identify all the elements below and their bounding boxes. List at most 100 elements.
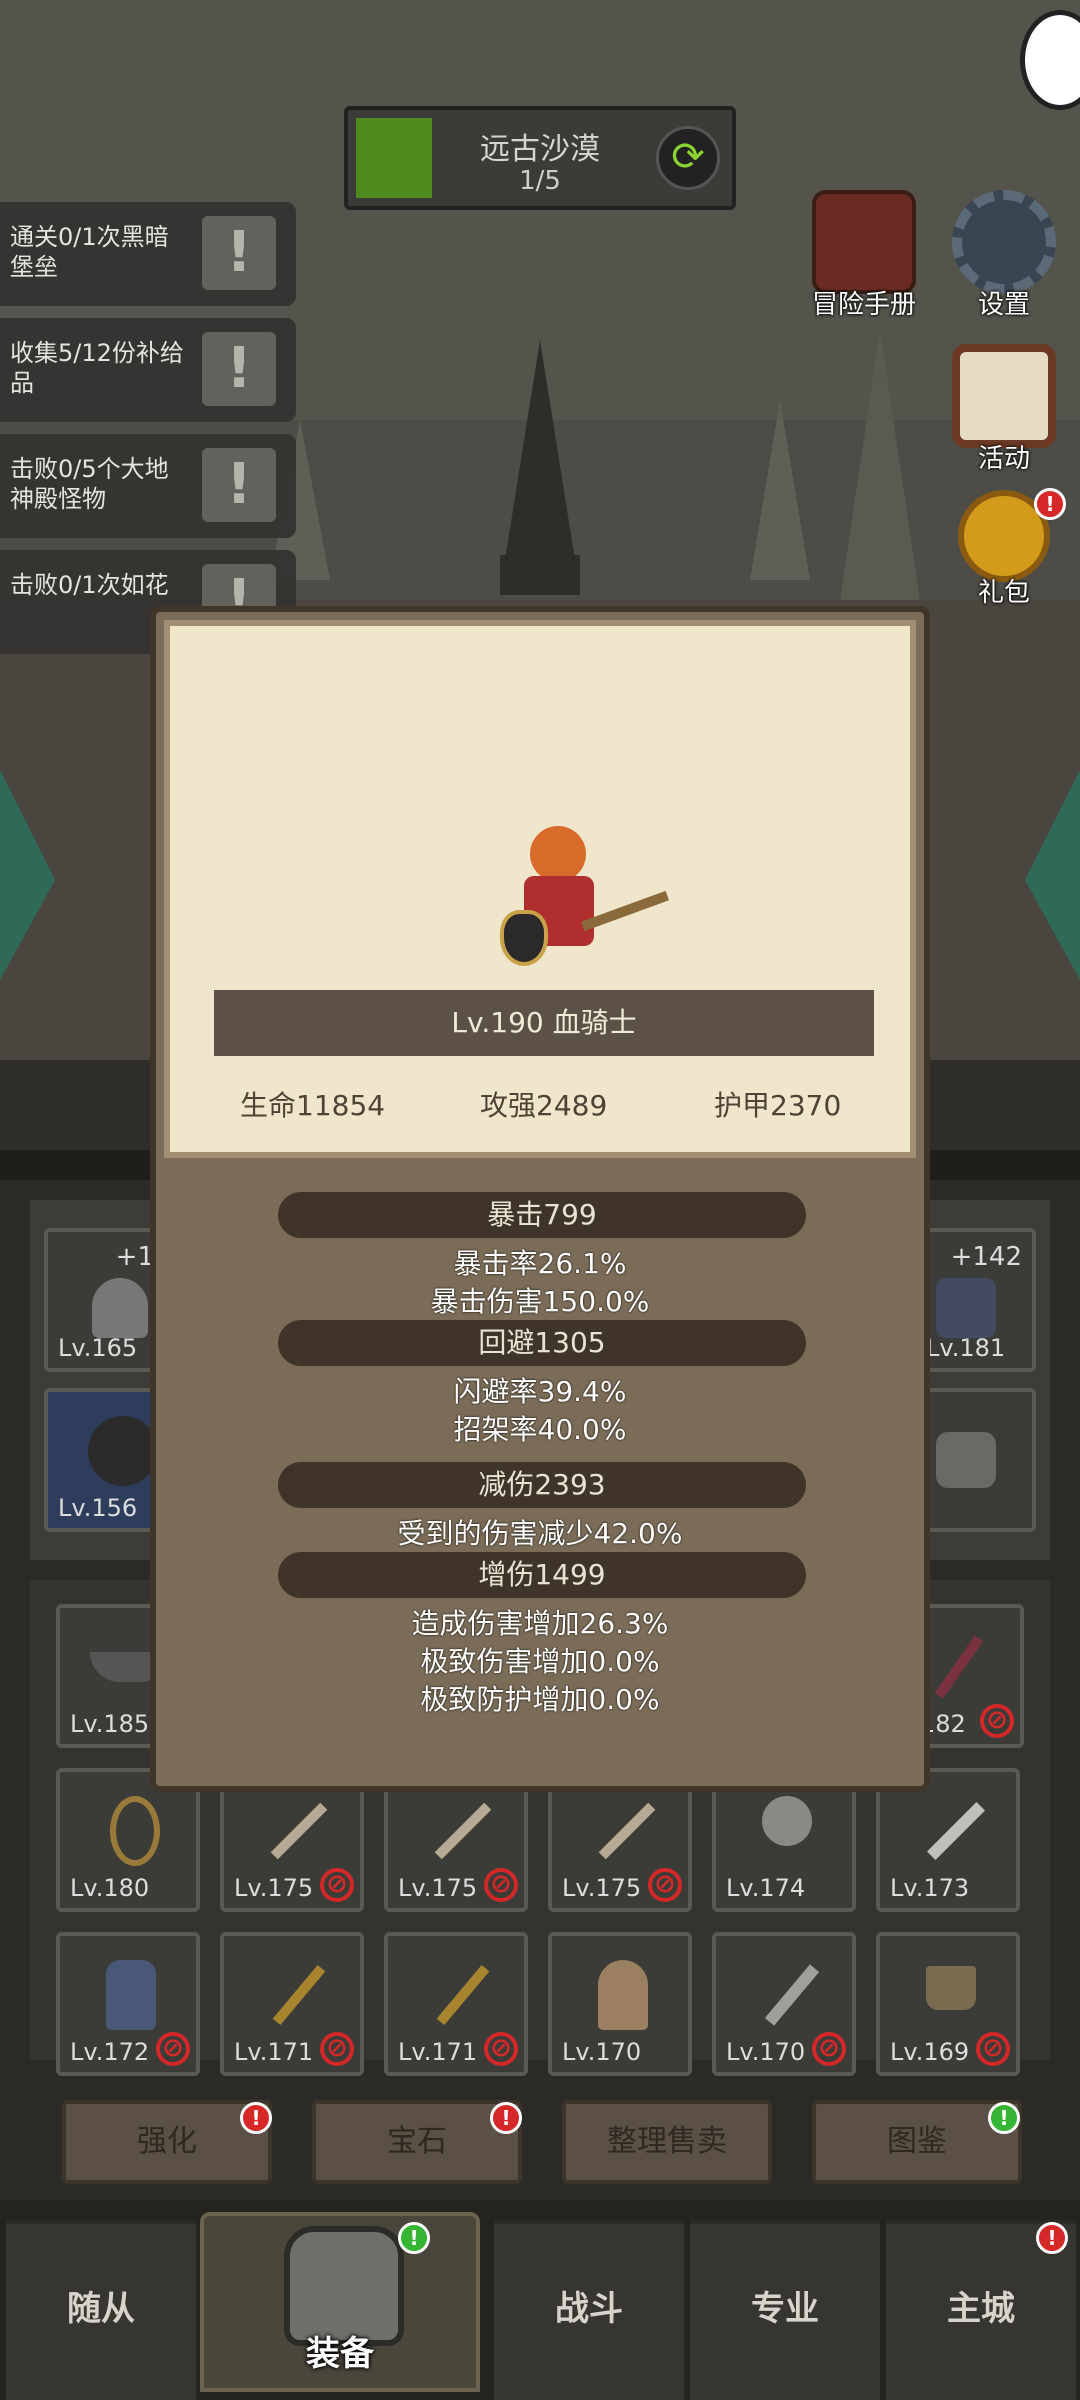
dodge-header: 回避1305 <box>278 1320 806 1366</box>
locked-icon: ⊘ <box>484 2032 518 2066</box>
sort-sell-button[interactable]: 整理售卖 <box>562 2100 772 2184</box>
stat-line: 招架率40.0% <box>453 1413 627 1446</box>
staff-icon <box>436 1964 490 2026</box>
dagger-icon <box>927 1802 985 1860</box>
inventory-slot[interactable]: Lv.171 ⊘ <box>384 1932 528 2076</box>
inventory-slot[interactable]: Lv.172 ⊘ <box>56 1932 200 2076</box>
quest-item[interactable]: 通关0/1次黑暗堡垒 ! <box>0 202 296 306</box>
helmet-icon <box>598 1960 648 2030</box>
events-button[interactable]: 活动 <box>944 344 1064 475</box>
slot-level: Lv.175 <box>234 1874 314 1902</box>
handbook-label: 冒险手册 <box>811 290 916 320</box>
stone-icon <box>936 1432 996 1488</box>
slot-level: Lv.156 <box>58 1494 138 1522</box>
hero-sprite <box>480 826 669 976</box>
stat-line: 暴击率26.1% <box>453 1247 627 1280</box>
slot-level: Lv.170 <box>562 2038 642 2066</box>
locked-icon: ⊘ <box>320 2032 354 2066</box>
locked-icon: ⊘ <box>812 2032 846 2066</box>
events-label: 活动 <box>977 444 1030 474</box>
nav-followers[interactable]: 随从 <box>6 2220 196 2400</box>
inventory-slot[interactable]: Lv.169 ⊘ <box>876 1932 1020 2076</box>
stat-line: 造成伤害增加26.3% <box>411 1607 669 1640</box>
slot-level: Lv.174 <box>726 1874 806 1902</box>
enhance-badge: ! <box>240 2102 272 2134</box>
hero-stats-modal[interactable]: Lv.190 血骑士 生命11854 攻强2489 护甲2370 暴击799 暴… <box>150 606 930 1792</box>
quest-item[interactable]: 收集5/12份补给品 ! <box>0 318 296 422</box>
slot-level: Lv.173 <box>890 1874 970 1902</box>
stage-name: 远古沙漠 <box>480 132 600 167</box>
gem-badge: ! <box>490 2102 522 2134</box>
helmet-icon <box>92 1278 148 1338</box>
sword-icon <box>434 1802 492 1860</box>
slot-level: Lv.185 <box>70 1710 150 1738</box>
slot-level: Lv.175 <box>562 1874 642 1902</box>
inventory-slot[interactable]: Lv.170 ⊘ <box>712 1932 856 2076</box>
quest-alert-icon: ! <box>202 332 276 406</box>
locked-icon: ⊘ <box>320 1868 354 1902</box>
scroll-icon <box>952 344 1056 448</box>
locked-icon: ⊘ <box>980 1704 1014 1738</box>
slot-level: Lv.170 <box>726 2038 806 2066</box>
handbook-button[interactable]: 冒险手册 <box>804 190 924 321</box>
slot-level: Lv.180 <box>70 1874 150 1902</box>
stage-progress-fill <box>356 118 432 198</box>
nav-equipment[interactable]: 装备 <box>200 2212 480 2392</box>
damage-reduction-header: 减伤2393 <box>278 1462 806 1508</box>
crit-header: 暴击799 <box>278 1192 806 1238</box>
ring-icon <box>88 1416 158 1486</box>
locked-icon: ⊘ <box>648 1868 682 1902</box>
slot-level: Lv.165 <box>58 1334 138 1362</box>
quest-item[interactable]: 击败0/5个大地神殿怪物 ! <box>0 434 296 538</box>
armor-icon <box>936 1278 996 1338</box>
quest-text: 收集5/12份补给品 <box>10 339 184 397</box>
stat-line: 暴击伤害150.0% <box>430 1285 650 1318</box>
city-badge: ! <box>1036 2222 1068 2254</box>
axe-icon <box>762 1796 812 1846</box>
settings-label: 设置 <box>977 290 1030 320</box>
stat-line: 极致防护增加0.0% <box>420 1683 660 1716</box>
hero-armor: 护甲2370 <box>714 1089 842 1122</box>
hero-hp: 生命11854 <box>240 1089 386 1122</box>
chest-armor-icon <box>106 1960 156 2030</box>
nav-battle[interactable]: 战斗 <box>494 2220 684 2400</box>
damage-increase-header: 增伤1499 <box>278 1552 806 1598</box>
slot-level: Lv.171 <box>398 2038 478 2066</box>
quest-text: 通关0/1次黑暗堡垒 <box>10 223 169 281</box>
armor-plus: +142 <box>950 1242 1022 1272</box>
helmet-plus: +1 <box>115 1242 154 1272</box>
locked-icon: ⊘ <box>156 2032 190 2066</box>
staff-icon <box>272 1964 326 2026</box>
slot-level: Lv.171 <box>234 2038 314 2066</box>
stage-bar[interactable]: 远古沙漠 1/5 ⟳ <box>344 106 736 210</box>
mace-icon <box>764 1964 820 2026</box>
nav-profession[interactable]: 专业 <box>690 2220 880 2400</box>
stage-progress-text: 1/5 <box>519 166 561 196</box>
slot-level: Lv.169 <box>890 2038 970 2066</box>
quest-alert-icon: ! <box>202 448 276 522</box>
refresh-icon[interactable]: ⟳ <box>656 126 720 190</box>
hero-portrait-card: Lv.190 血骑士 生命11854 攻强2489 护甲2370 <box>164 620 916 1158</box>
hero-attack: 攻强2489 <box>480 1089 608 1122</box>
stat-line: 闪避率39.4% <box>453 1375 627 1408</box>
inventory-slot[interactable]: Lv.171 ⊘ <box>220 1932 364 2076</box>
staff-icon <box>934 1635 984 1699</box>
codex-badge: ! <box>988 2102 1020 2134</box>
slot-level: Lv.172 <box>70 2038 150 2066</box>
stat-line: 受到的伤害减少42.0% <box>397 1517 683 1550</box>
gift-badge: ! <box>1034 488 1066 520</box>
chest-armor-icon <box>284 2226 404 2346</box>
settings-button[interactable]: 设置 <box>944 190 1064 321</box>
bow-icon <box>110 1796 160 1866</box>
inventory-slot[interactable]: Lv.170 <box>548 1932 692 2076</box>
book-icon <box>812 190 916 294</box>
sword-icon <box>598 1802 656 1860</box>
nav-equipment-label: 装备 <box>306 2334 374 2374</box>
locked-icon: ⊘ <box>484 1868 518 1902</box>
stat-line: 极致伤害增加0.0% <box>420 1645 660 1678</box>
quest-alert-icon: ! <box>202 216 276 290</box>
equipment-badge: ! <box>398 2222 430 2254</box>
quest-text: 击败0/1次如花 <box>10 571 169 599</box>
bucket-helm-icon <box>926 1966 976 2010</box>
sword-icon <box>270 1802 328 1860</box>
